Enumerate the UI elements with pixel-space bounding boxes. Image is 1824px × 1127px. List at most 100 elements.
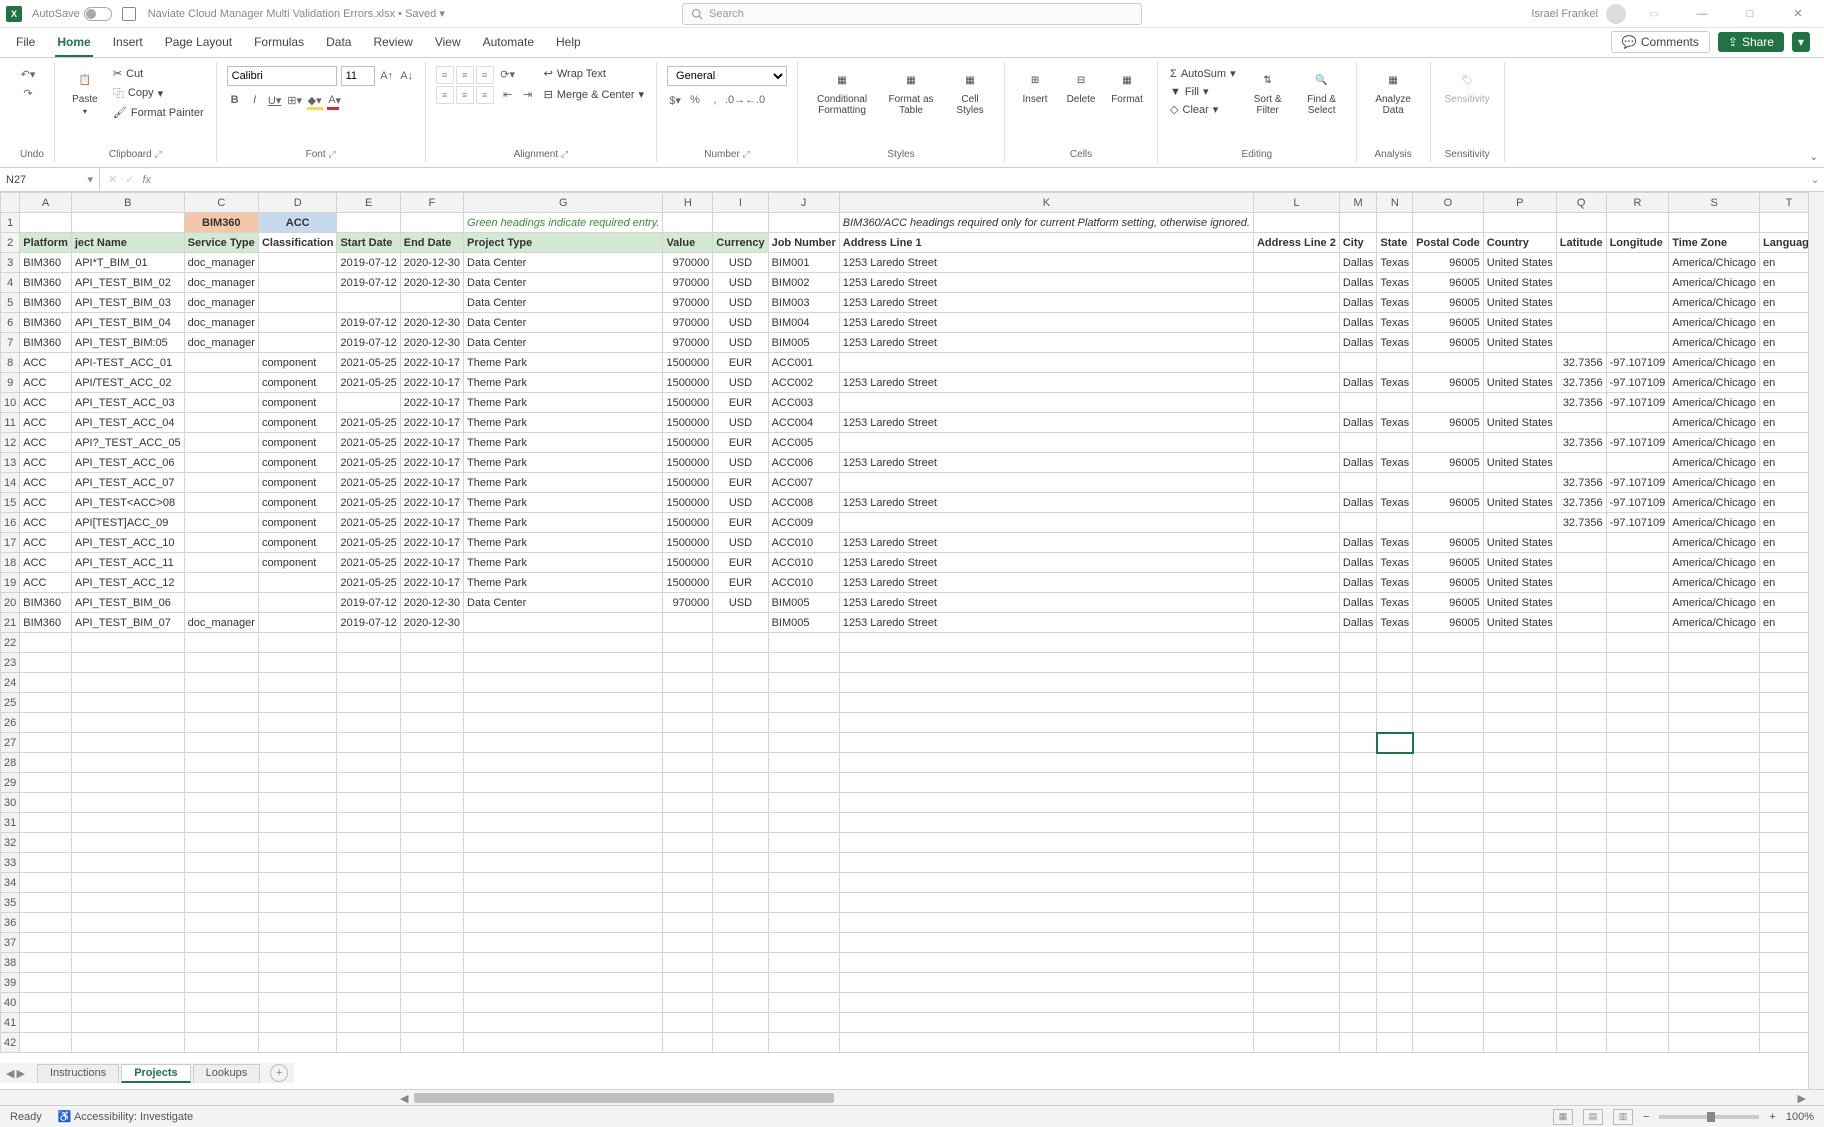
cell[interactable] bbox=[1483, 673, 1556, 693]
cell[interactable] bbox=[1556, 833, 1606, 853]
cell[interactable] bbox=[663, 793, 713, 813]
cell[interactable] bbox=[184, 793, 258, 813]
cell[interactable]: component bbox=[258, 513, 337, 533]
cell[interactable] bbox=[768, 813, 839, 833]
cell[interactable] bbox=[1606, 753, 1669, 773]
cell[interactable] bbox=[1556, 793, 1606, 813]
cell[interactable] bbox=[337, 933, 400, 953]
cell[interactable] bbox=[713, 613, 768, 633]
cell[interactable] bbox=[337, 773, 400, 793]
cell[interactable] bbox=[1483, 733, 1556, 753]
row-header[interactable]: 12 bbox=[1, 433, 20, 453]
column-header-J[interactable]: J bbox=[768, 193, 839, 213]
cell[interactable]: 2021-05-25 bbox=[337, 413, 400, 433]
cell[interactable] bbox=[713, 733, 768, 753]
cell[interactable] bbox=[1253, 933, 1339, 953]
cell[interactable] bbox=[1377, 933, 1413, 953]
cell[interactable]: America/Chicago bbox=[1669, 513, 1760, 533]
cell[interactable] bbox=[337, 1033, 400, 1053]
cell[interactable]: ACC010 bbox=[768, 533, 839, 553]
avatar[interactable] bbox=[1606, 4, 1626, 24]
cell[interactable] bbox=[1556, 613, 1606, 633]
cell[interactable] bbox=[1339, 1033, 1377, 1053]
cell[interactable] bbox=[184, 573, 258, 593]
cell[interactable] bbox=[1339, 853, 1377, 873]
cell[interactable] bbox=[337, 693, 400, 713]
cell[interactable]: 1500000 bbox=[663, 513, 713, 533]
cell[interactable] bbox=[1253, 773, 1339, 793]
cell[interactable] bbox=[1606, 733, 1669, 753]
cell[interactable]: 2019-07-12 bbox=[337, 613, 400, 633]
cell[interactable]: United States bbox=[1483, 593, 1556, 613]
cell[interactable] bbox=[768, 973, 839, 993]
cell[interactable] bbox=[768, 833, 839, 853]
cell[interactable] bbox=[464, 633, 663, 653]
cell[interactable] bbox=[20, 893, 72, 913]
cell[interactable]: America/Chicago bbox=[1669, 613, 1760, 633]
cell[interactable] bbox=[1253, 353, 1339, 373]
cell[interactable] bbox=[1413, 213, 1484, 233]
cell[interactable] bbox=[1556, 693, 1606, 713]
cell[interactable] bbox=[258, 293, 337, 313]
cell[interactable] bbox=[400, 933, 463, 953]
cell[interactable] bbox=[1606, 593, 1669, 613]
cell[interactable] bbox=[663, 633, 713, 653]
cell[interactable]: USD bbox=[713, 273, 768, 293]
cell[interactable] bbox=[663, 813, 713, 833]
cell[interactable]: Theme Park bbox=[464, 513, 663, 533]
cell[interactable]: Texas bbox=[1377, 533, 1413, 553]
cell[interactable] bbox=[1606, 573, 1669, 593]
cell[interactable]: 2021-05-25 bbox=[337, 573, 400, 593]
cell[interactable]: API_TEST_BIM_07 bbox=[71, 613, 184, 633]
cell[interactable] bbox=[1253, 513, 1339, 533]
cell[interactable] bbox=[71, 1033, 184, 1053]
cell[interactable] bbox=[184, 693, 258, 713]
cell[interactable]: ACC006 bbox=[768, 453, 839, 473]
cell[interactable]: ACC bbox=[20, 573, 72, 593]
cell[interactable]: ACC bbox=[20, 373, 72, 393]
cell[interactable]: United States bbox=[1483, 413, 1556, 433]
cell[interactable] bbox=[1606, 453, 1669, 473]
cell[interactable] bbox=[1606, 833, 1669, 853]
cell[interactable] bbox=[1253, 553, 1339, 573]
number-format-select[interactable]: General bbox=[667, 66, 787, 86]
cell[interactable] bbox=[184, 993, 258, 1013]
cell[interactable] bbox=[1253, 433, 1339, 453]
cell[interactable]: USD bbox=[713, 593, 768, 613]
cell[interactable]: 970000 bbox=[663, 293, 713, 313]
cell[interactable]: 2021-05-25 bbox=[337, 373, 400, 393]
cell[interactable]: -97.107109 bbox=[1606, 353, 1669, 373]
row-header[interactable]: 24 bbox=[1, 673, 20, 693]
font-size-select[interactable] bbox=[341, 66, 375, 86]
row-header[interactable]: 21 bbox=[1, 613, 20, 633]
maximize-icon[interactable]: □ bbox=[1730, 1, 1770, 27]
autosave-toggle[interactable] bbox=[84, 7, 112, 21]
cell[interactable] bbox=[1556, 753, 1606, 773]
column-header-K[interactable]: K bbox=[839, 193, 1253, 213]
column-header-B[interactable]: B bbox=[71, 193, 184, 213]
cell[interactable] bbox=[1377, 1013, 1413, 1033]
cell[interactable]: USD bbox=[713, 533, 768, 553]
cell[interactable] bbox=[184, 953, 258, 973]
cell[interactable] bbox=[184, 853, 258, 873]
cell[interactable]: ACC bbox=[20, 533, 72, 553]
cell[interactable]: 1253 Laredo Street bbox=[839, 453, 1253, 473]
cell[interactable] bbox=[713, 933, 768, 953]
cell[interactable] bbox=[713, 693, 768, 713]
cell[interactable] bbox=[1556, 273, 1606, 293]
cell[interactable]: 96005 bbox=[1413, 413, 1484, 433]
cell[interactable] bbox=[839, 513, 1253, 533]
cell[interactable] bbox=[1253, 613, 1339, 633]
cell[interactable] bbox=[258, 833, 337, 853]
cell[interactable]: ACC bbox=[20, 553, 72, 573]
cell[interactable] bbox=[663, 893, 713, 913]
cell[interactable] bbox=[1377, 973, 1413, 993]
font-name-select[interactable] bbox=[227, 66, 337, 86]
cell[interactable]: BIM360 bbox=[20, 593, 72, 613]
cell[interactable] bbox=[71, 933, 184, 953]
cell[interactable] bbox=[1339, 753, 1377, 773]
cell[interactable] bbox=[663, 213, 713, 233]
cell[interactable]: component bbox=[258, 553, 337, 573]
cell[interactable] bbox=[400, 713, 463, 733]
cell[interactable]: Dallas bbox=[1339, 373, 1377, 393]
